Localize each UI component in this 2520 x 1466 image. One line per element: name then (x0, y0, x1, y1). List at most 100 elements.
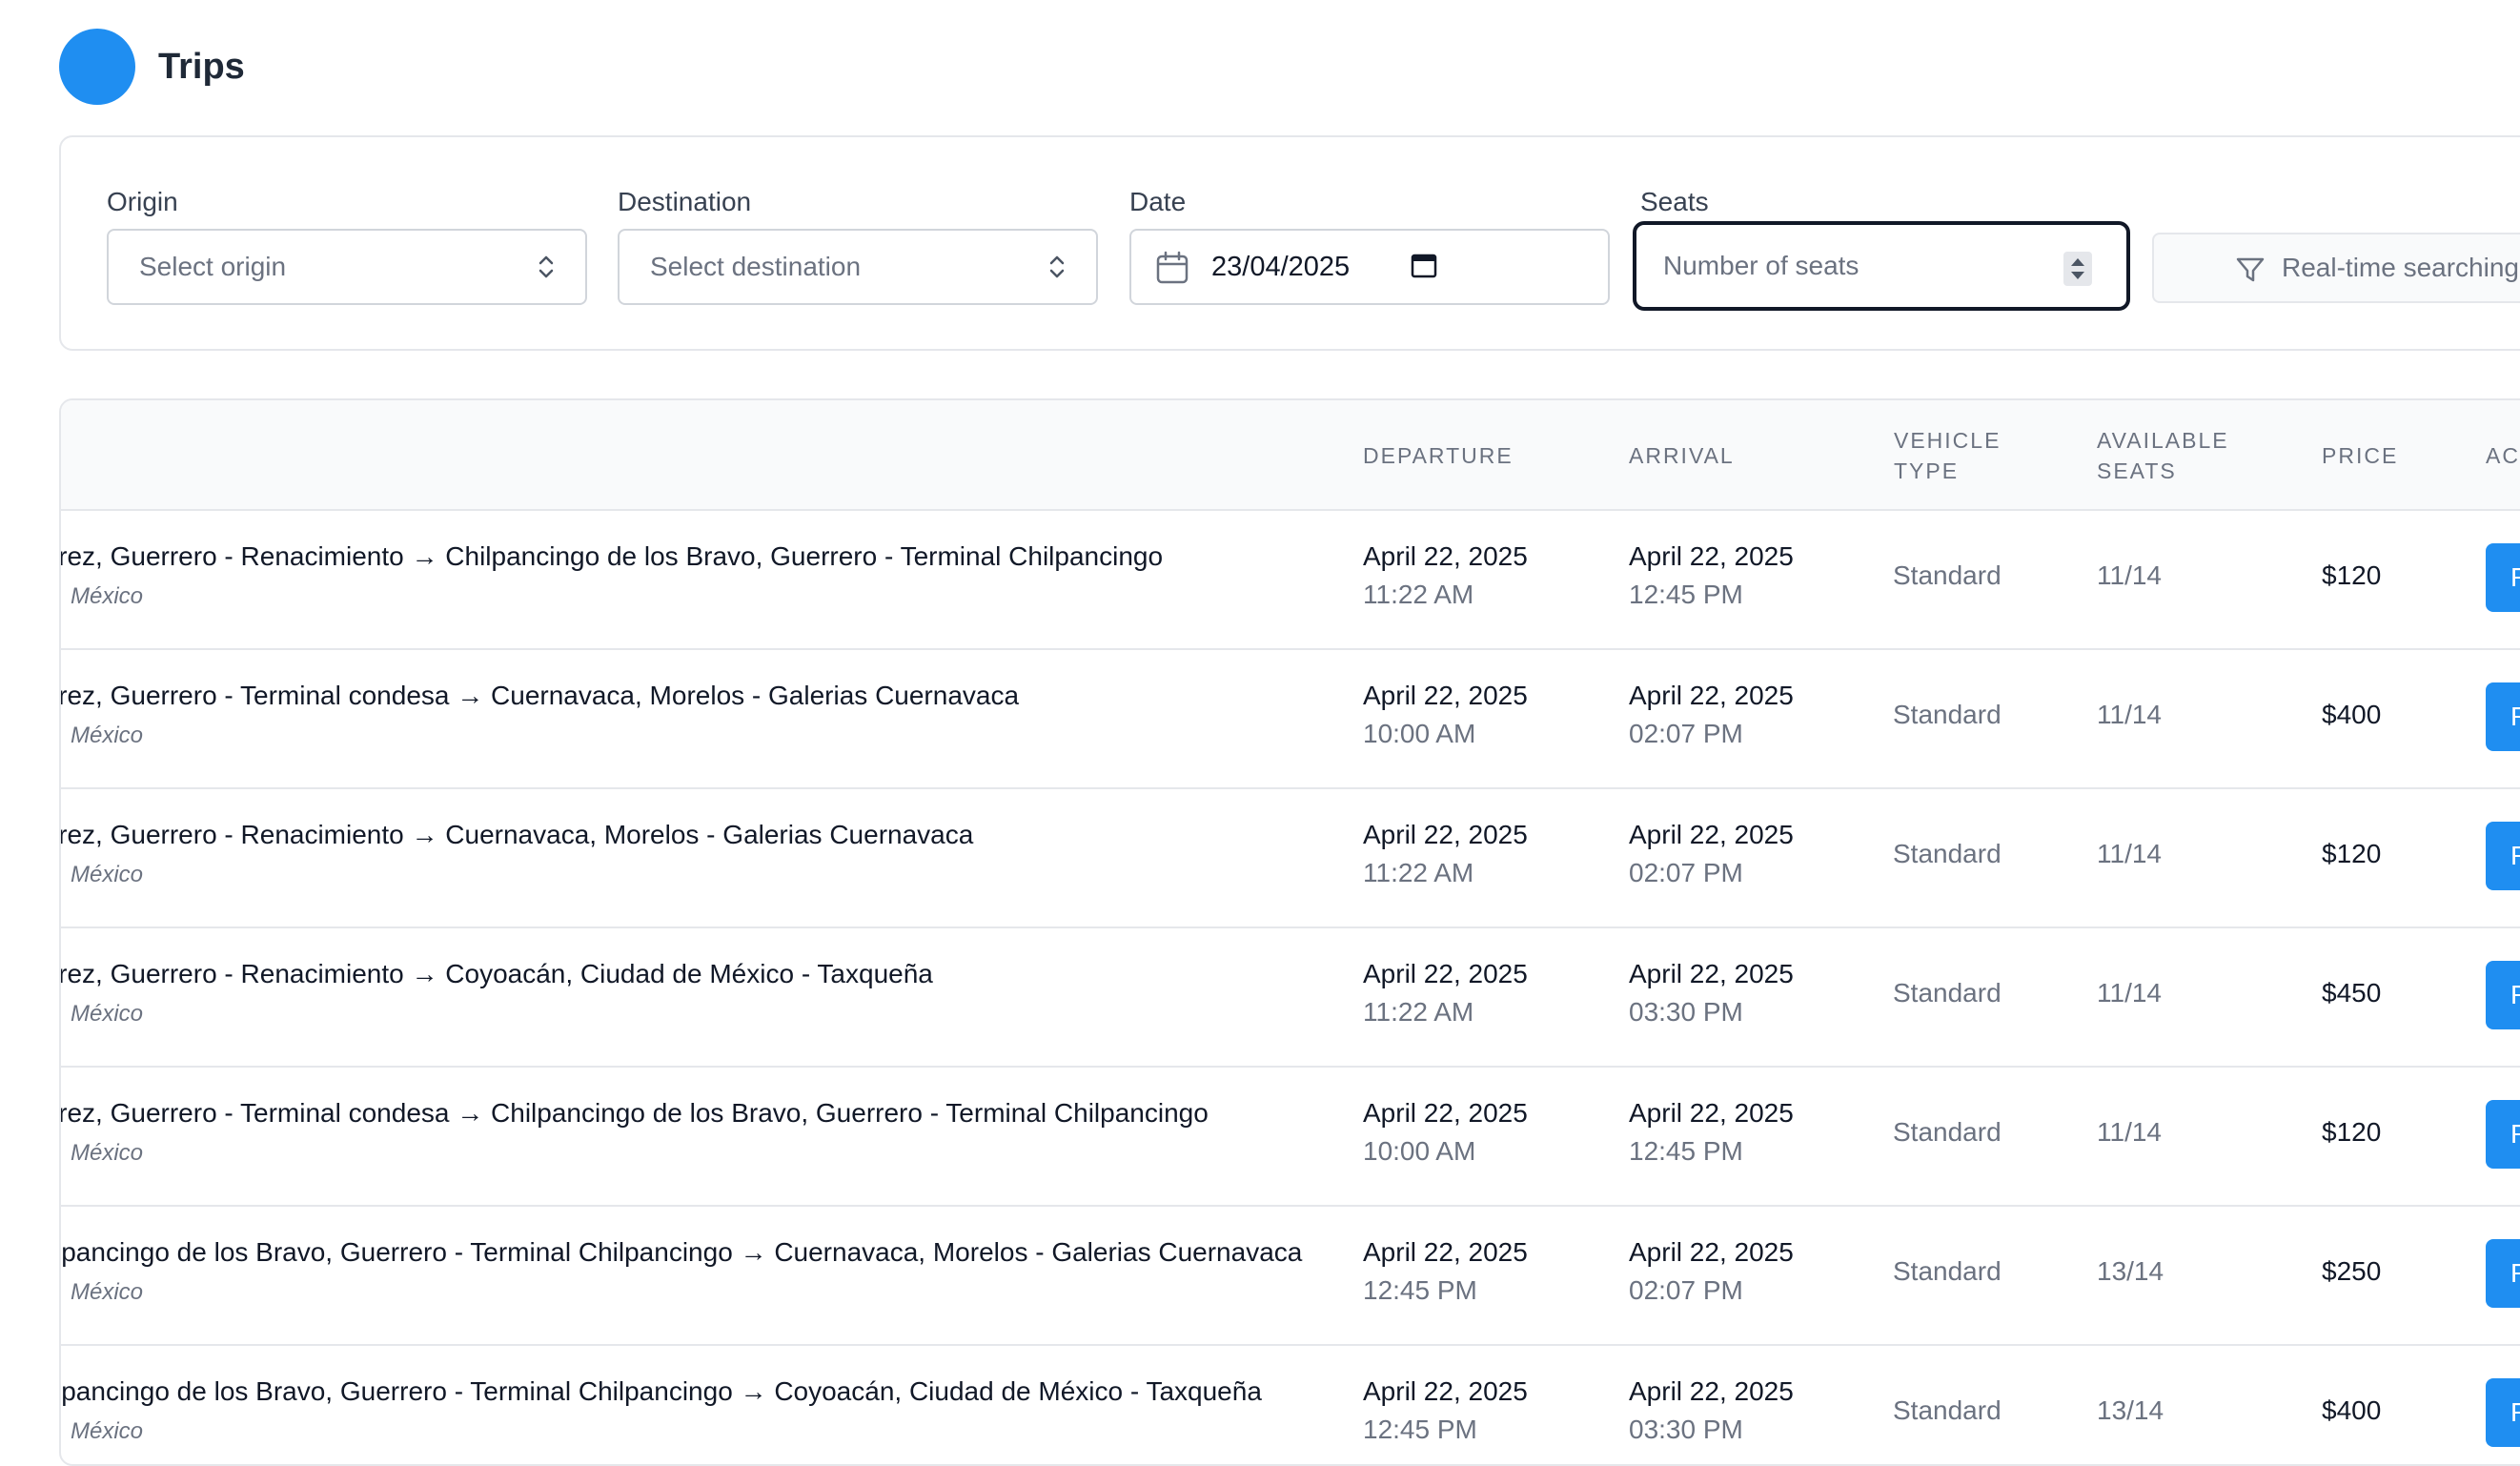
available-seats: 11/14 (2097, 839, 2162, 868)
arrival-time: 03:30 PM (1629, 997, 1743, 1027)
route-text: Juárez, Guerrero - Renacimiento → Cuerna… (59, 820, 974, 849)
available-seats: 11/14 (2097, 560, 2162, 590)
column-price: PRICE (2322, 443, 2399, 468)
arrival-date: April 22, 2025 (1629, 541, 1794, 571)
column-available-seats: AVAILABLE SEATS (2097, 428, 2229, 483)
seats-input[interactable]: Number of seats (1633, 221, 2130, 311)
country-text: México (71, 1279, 144, 1305)
table-row: Juárez, Guerrero - Terminal condesa → Cu… (61, 648, 2520, 789)
table-header: DEPARTURE ARRIVAL VEHICLE TYPE AVAILABLE… (61, 400, 2520, 511)
destination-label: Destination (618, 187, 752, 216)
country-text: México (71, 1001, 144, 1027)
arrival-date: April 22, 2025 (1629, 1098, 1794, 1128)
departure-time: 11:22 AM (1363, 580, 1474, 609)
page-title: Trips (158, 47, 245, 87)
departure-date: April 22, 2025 (1363, 681, 1528, 710)
arrival-time: 02:07 PM (1629, 1275, 1743, 1305)
departure-time: 10:00 AM (1363, 1136, 1476, 1166)
realtime-search-label: Real-time searching (2282, 253, 2519, 282)
reserve-button[interactable]: R (2486, 961, 2520, 1029)
reserve-button[interactable]: R (2486, 822, 2520, 890)
arrival-date: April 22, 2025 (1629, 820, 1794, 849)
departure-time: 11:22 AM (1363, 858, 1474, 887)
reserve-button[interactable]: R (2486, 543, 2520, 612)
price: $120 (2322, 560, 2382, 590)
destination-placeholder: Select destination (650, 252, 862, 281)
number-spinner[interactable] (2063, 252, 2092, 286)
departure-date: April 22, 2025 (1363, 1376, 1528, 1406)
arrival-time: 02:07 PM (1629, 719, 1743, 748)
arrival-time: 02:07 PM (1629, 858, 1743, 887)
route-text: Juárez, Guerrero - Renacimiento → Chilpa… (59, 541, 1164, 571)
arrival-date: April 22, 2025 (1629, 1237, 1794, 1267)
route-text: Juárez, Guerrero - Renacimiento → Coyoac… (59, 959, 933, 988)
column-arrival: ARRIVAL (1629, 443, 1735, 468)
destination-select[interactable]: Select destination (618, 229, 1098, 305)
price: $450 (2322, 978, 2382, 1008)
reserve-button[interactable]: R (2486, 1239, 2520, 1308)
reserve-button[interactable]: R (2486, 1100, 2520, 1169)
country-text: México (71, 1140, 144, 1166)
departure-date: April 22, 2025 (1363, 541, 1528, 571)
chevron-up-down-icon (1049, 255, 1065, 278)
departure-date: April 22, 2025 (1363, 1098, 1528, 1128)
route-text: Chilpancingo de los Bravo, Guerrero - Te… (59, 1376, 1262, 1406)
table-row: Juárez, Guerrero - Terminal condesa → Ch… (61, 1066, 2520, 1207)
column-vehicle-type: VEHICLE TYPE (1894, 428, 2002, 483)
departure-date: April 22, 2025 (1363, 1237, 1528, 1267)
filter-icon (2236, 257, 2265, 282)
available-seats: 11/14 (2097, 700, 2162, 729)
seats-label: Seats (1640, 187, 1709, 216)
date-picker-icon[interactable] (1410, 252, 1438, 280)
route-text: Juárez, Guerrero - Terminal condesa → Cu… (59, 681, 1020, 710)
departure-time: 12:45 PM (1363, 1415, 1477, 1444)
arrival-date: April 22, 2025 (1629, 959, 1794, 988)
seats-placeholder: Number of seats (1663, 251, 1860, 280)
available-seats: 11/14 (2097, 978, 2162, 1008)
arrival-time: 03:30 PM (1629, 1415, 1743, 1444)
available-seats: 11/14 (2097, 1117, 2162, 1147)
reserve-button[interactable]: R (2486, 1378, 2520, 1447)
vehicle-type: Standard (1893, 1117, 2002, 1147)
route-text: Chilpancingo de los Bravo, Guerrero - Te… (59, 1237, 1303, 1267)
date-value: 23/04/2025 (1211, 252, 1351, 282)
vehicle-type: Standard (1893, 978, 2002, 1008)
column-departure: DEPARTURE (1363, 443, 1514, 468)
available-seats: 13/14 (2097, 1256, 2164, 1286)
price: $400 (2322, 1395, 2382, 1425)
arrival-time: 12:45 PM (1629, 580, 1743, 609)
arrival-time: 12:45 PM (1629, 1136, 1743, 1166)
vehicle-type: Standard (1893, 839, 2002, 868)
origin-select[interactable]: Select origin (107, 229, 587, 305)
vehicle-type: Standard (1893, 700, 2002, 729)
country-text: México (71, 862, 144, 887)
price: $120 (2322, 839, 2382, 868)
price: $400 (2322, 700, 2382, 729)
departure-time: 11:22 AM (1363, 997, 1474, 1027)
country-text: México (71, 1418, 144, 1444)
arrival-date: April 22, 2025 (1629, 681, 1794, 710)
date-label: Date (1129, 187, 1187, 216)
arrival-date: April 22, 2025 (1629, 1376, 1794, 1406)
vehicle-type: Standard (1893, 560, 2002, 590)
departure-time: 10:00 AM (1363, 719, 1476, 748)
table-row: Juárez, Guerrero - Renacimiento → Coyoac… (61, 926, 2520, 1068)
country-text: México (71, 723, 144, 748)
calendar-icon (1156, 251, 1189, 284)
origin-label: Origin (107, 187, 178, 216)
table-row: Chilpancingo de los Bravo, Guerrero - Te… (61, 1205, 2520, 1346)
country-text: México (71, 583, 144, 609)
realtime-search-button[interactable]: Real-time searching (2152, 233, 2520, 303)
table-row: Juárez, Guerrero - Renacimiento → Chilpa… (61, 509, 2520, 650)
available-seats: 13/14 (2097, 1395, 2164, 1425)
trips-table: DEPARTURE ARRIVAL VEHICLE TYPE AVAILABLE… (59, 398, 2520, 1466)
vehicle-type: Standard (1893, 1256, 2002, 1286)
route-text: Juárez, Guerrero - Terminal condesa → Ch… (59, 1098, 1209, 1128)
table-row: Juárez, Guerrero - Renacimiento → Cuerna… (61, 787, 2520, 928)
departure-date: April 22, 2025 (1363, 959, 1528, 988)
app-logo (59, 29, 135, 105)
departure-date: April 22, 2025 (1363, 820, 1528, 849)
date-input[interactable]: 23/04/2025 (1129, 229, 1610, 305)
reserve-button[interactable]: R (2486, 682, 2520, 751)
vehicle-type: Standard (1893, 1395, 2002, 1425)
